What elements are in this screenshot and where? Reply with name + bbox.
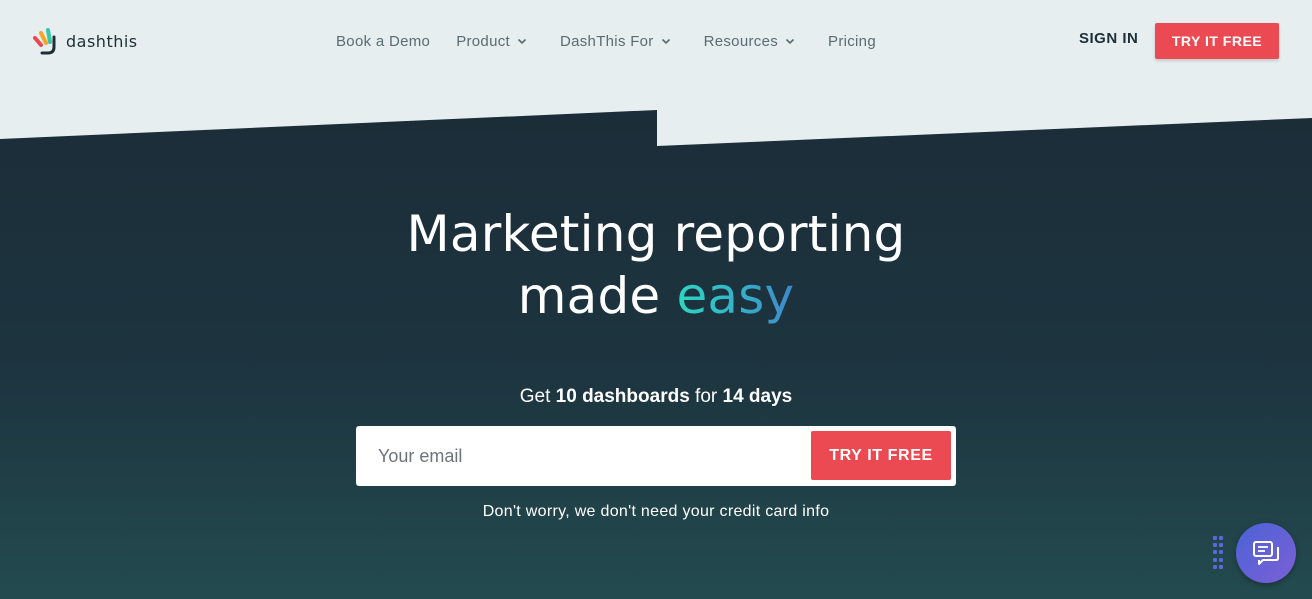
- offer-middle: for: [689, 386, 723, 407]
- hero-headline: Marketing reporting made easy: [0, 203, 1312, 327]
- chevron-down-icon: [785, 38, 795, 45]
- nav-item-book-a-demo[interactable]: Book a Demo: [336, 33, 430, 50]
- signup-form: TRY IT FREE: [356, 426, 956, 486]
- offer-dashboards: 10 dashboards: [555, 386, 690, 407]
- hero-section: Marketing reporting made easy Get 10 das…: [0, 0, 1312, 599]
- offer-text: Get 10 dashboards for 14 days: [0, 386, 1312, 408]
- offer-prefix: Get: [519, 386, 556, 407]
- nav-item-label: DashThis For: [559, 32, 654, 50]
- main-nav: Book a Demo Product DashThis For Resourc…: [336, 30, 876, 52]
- nav-item-pricing[interactable]: Pricing: [828, 33, 876, 50]
- nav-item-product[interactable]: Product: [456, 33, 527, 50]
- chat-bubbles-icon: [1253, 541, 1279, 565]
- nav-item-label: Pricing: [828, 32, 876, 50]
- chevron-down-icon: [661, 38, 670, 45]
- offer-days: 14 days: [722, 386, 793, 407]
- email-input[interactable]: [356, 426, 806, 486]
- chat-drag-handle[interactable]: [1213, 536, 1223, 570]
- headline-highlight: easy: [676, 267, 795, 325]
- credit-card-disclaimer: Don't worry, we don't need your credit c…: [482, 503, 830, 520]
- headline-line-2-prefix: made: [517, 267, 677, 325]
- chevron-down-icon: [517, 38, 527, 45]
- try-it-free-header-button[interactable]: TRY IT FREE: [1155, 23, 1279, 59]
- chat-button[interactable]: [1236, 523, 1296, 583]
- try-it-free-form-button[interactable]: TRY IT FREE: [811, 431, 951, 480]
- sign-in-link[interactable]: SIGN IN: [1079, 30, 1138, 47]
- nav-item-resources[interactable]: Resources: [704, 33, 795, 50]
- nav-item-dashthis-for[interactable]: DashThis For: [560, 33, 671, 50]
- nav-item-label: Book a Demo: [336, 32, 431, 50]
- headline-line-1: Marketing reporting: [406, 205, 906, 263]
- logo[interactable]: dashthis: [32, 26, 138, 56]
- dashthis-logo-icon: [32, 27, 60, 55]
- brand-name: dashthis: [66, 31, 138, 51]
- nav-item-label: Resources: [703, 32, 779, 50]
- site-header: dashthis Book a Demo Product DashThis Fo…: [0, 0, 1312, 82]
- nav-item-label: Product: [456, 32, 510, 50]
